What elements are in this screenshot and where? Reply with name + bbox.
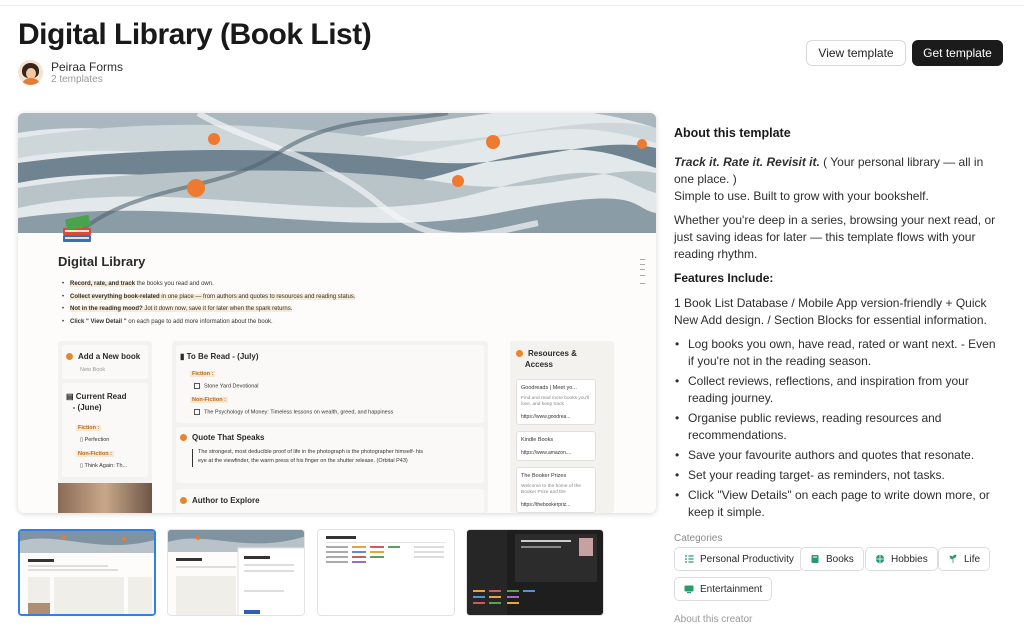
get-template-button[interactable]: Get template (912, 40, 1003, 66)
wave-banner (18, 113, 656, 233)
page-title: Digital Library (Book List) (18, 18, 372, 51)
feature-item: Set your reading target- as reminders, n… (674, 467, 1004, 484)
checklist-icon (684, 554, 694, 564)
category-books[interactable]: Books (800, 547, 864, 571)
template-preview-image[interactable]: Digital Library Record, rate, and track … (18, 113, 656, 513)
thumbnail-2[interactable] (167, 529, 305, 616)
tv-icon (684, 584, 694, 594)
category-entertainment[interactable]: Entertainment (674, 577, 773, 601)
preview-right-column: Resources & Access Goodreads | Meet yo..… (510, 341, 614, 513)
feature-item: Save your favourite authors and quotes t… (674, 447, 1004, 464)
feature-item: Click "View Details" on each page to wri… (674, 487, 1004, 521)
preview-title: Digital Library (58, 254, 146, 269)
leaf-icon (948, 554, 958, 564)
creator-avatar[interactable] (18, 60, 43, 85)
thumbnail-1[interactable] (18, 529, 156, 616)
books-emoji-icon (60, 213, 94, 247)
category-hobbies[interactable]: Hobbies (865, 547, 938, 571)
about-heading: About this template (674, 126, 791, 140)
top-divider (0, 0, 1024, 6)
view-template-button[interactable]: View template (806, 40, 906, 66)
features-intro: 1 Book List Database / Mobile App versio… (674, 296, 987, 327)
preview-bullets: Record, rate, and track the books you re… (62, 278, 502, 328)
ball-icon (875, 554, 885, 564)
preview-bullet-3: Not in the reading mood? Jot it down now… (62, 303, 502, 316)
category-personal-productivity[interactable]: Personal Productivity (674, 547, 804, 571)
preview-bullet-1: Record, rate, and track the books you re… (62, 278, 502, 291)
features-list: Log books you own, have read, rated or w… (674, 336, 1004, 524)
about-creator-heading: About this creator (674, 614, 753, 625)
categories-heading: Categories (674, 533, 723, 544)
feature-item: Collect reviews, reflections, and inspir… (674, 373, 1004, 407)
about-tagline: Track it. Rate it. Revisit it. ( Your pe… (674, 155, 984, 186)
thumbnail-3[interactable] (317, 529, 455, 616)
preview-left-column: Add a New book New Book ▤ Current Read -… (58, 341, 152, 513)
book-icon (810, 554, 820, 564)
preview-mid-column: ▮ To Be Read - (July) Fiction : Stone Ya… (172, 341, 488, 513)
about-paragraph: Whether you're deep in a series, browsin… (674, 213, 996, 261)
preview-bullet-4: Click " View Detail " on each page to ad… (62, 316, 502, 329)
feature-item: Organise public reviews, reading resourc… (674, 410, 1004, 444)
preview-bullet-2: Collect everything book-related in one p… (62, 291, 502, 304)
creator-template-count: 2 templates (51, 74, 103, 85)
about-line2: Simple to use. Built to grow with your b… (674, 189, 929, 203)
features-heading: Features Include: (674, 271, 774, 285)
thumbnail-4[interactable] (466, 529, 604, 616)
feature-item: Log books you own, have read, rated or w… (674, 336, 1004, 370)
category-life[interactable]: Life (938, 547, 991, 571)
creator-name[interactable]: Peiraa Forms (51, 60, 123, 74)
